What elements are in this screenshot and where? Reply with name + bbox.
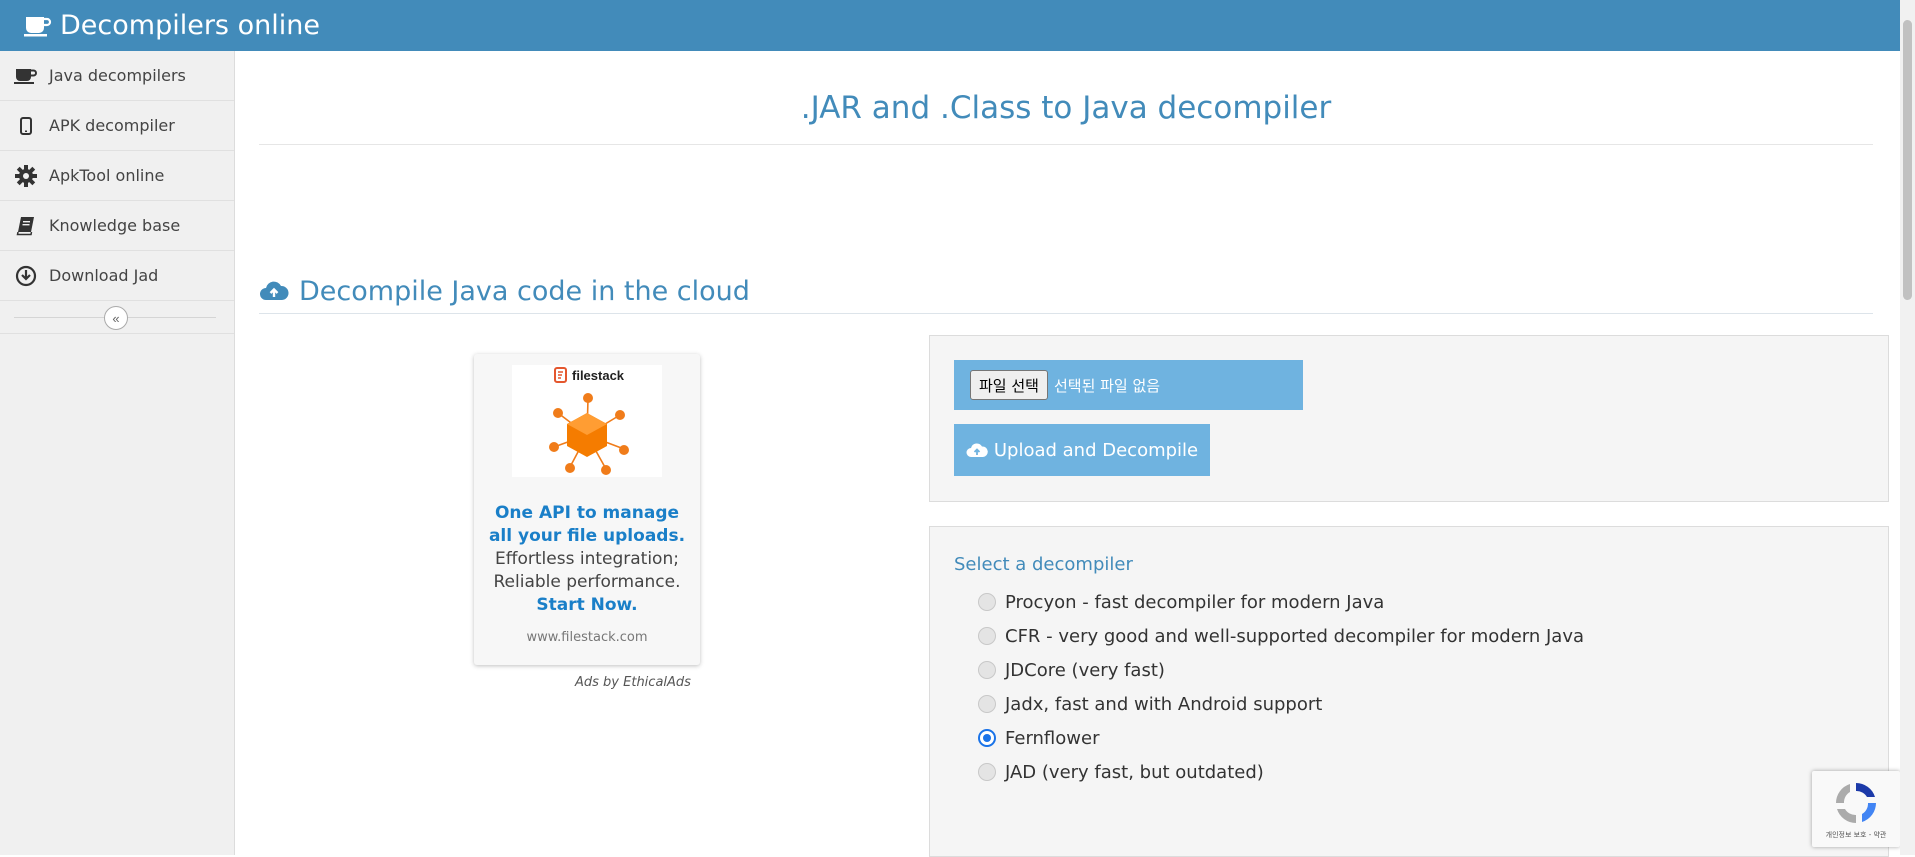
- decompiler-option-jadx[interactable]: Jadx, fast and with Android support: [978, 689, 1322, 719]
- decompiler-option-jad[interactable]: JAD (very fast, but outdated): [978, 757, 1264, 787]
- sidebar: Java decompilers APK decompiler ApkTool …: [0, 51, 235, 855]
- brand-link[interactable]: Decompilers online: [24, 10, 320, 41]
- upload-decompile-button[interactable]: Upload and Decompile: [954, 424, 1210, 476]
- ad-card[interactable]: filestack One API to manage all your fil…: [474, 354, 700, 665]
- radio-button[interactable]: [978, 661, 996, 679]
- radio-button[interactable]: [978, 593, 996, 611]
- ad-brand: filestack: [572, 368, 625, 383]
- upload-panel: 파일 선택 선택된 파일 없음 Upload and Decompile: [929, 335, 1889, 502]
- sidebar-item-knowledge-base[interactable]: Knowledge base: [0, 201, 234, 251]
- sidebar-item-apktool-online[interactable]: ApkTool online: [0, 151, 234, 201]
- sidebar-item-java-decompilers[interactable]: Java decompilers: [0, 51, 234, 101]
- file-status: 선택된 파일 없음: [1053, 376, 1161, 395]
- ad-text: One API to manage all your file uploads.…: [484, 502, 690, 617]
- decompiler-option-cfr[interactable]: CFR - very good and well-supported decom…: [978, 621, 1584, 651]
- cloud-upload-icon: [260, 281, 289, 300]
- cloud-upload-icon: [966, 443, 988, 457]
- decompiler-option-jdcore[interactable]: JDCore (very fast): [978, 655, 1165, 685]
- double-chevron-left-icon: «: [112, 310, 120, 326]
- sidebar-collapse-button[interactable]: «: [104, 306, 128, 330]
- sidebar-item-apk-decompiler[interactable]: APK decompiler: [0, 101, 234, 151]
- option-label: JAD (very fast, but outdated): [1005, 761, 1264, 783]
- option-label: Procyon - fast decompiler for modern Jav…: [1005, 591, 1385, 613]
- brand-name: Decompilers online: [60, 10, 320, 41]
- page-title: .JAR and .Class to Java decompiler: [259, 72, 1873, 145]
- recaptcha-badge[interactable]: 개인정보 보호 - 약관: [1812, 771, 1900, 847]
- main-content: .JAR and .Class to Java decompiler Decom…: [235, 51, 1900, 857]
- option-label: Jadx, fast and with Android support: [1005, 693, 1323, 715]
- sidebar-item-label: ApkTool online: [49, 166, 165, 185]
- decompiler-option-fernflower[interactable]: Fernflower: [978, 723, 1099, 753]
- top-bar: Decompilers online: [0, 0, 1900, 51]
- ad-headline[interactable]: One API to manage all your file uploads.: [484, 502, 690, 548]
- sidebar-item-label: Java decompilers: [49, 66, 186, 85]
- section-title: Decompile Java code in the cloud: [259, 269, 1873, 314]
- ad-image: filestack: [512, 365, 662, 477]
- radio-button[interactable]: [978, 627, 996, 645]
- decompiler-option-procyon[interactable]: Procyon - fast decompiler for modern Jav…: [978, 587, 1384, 617]
- ad-body: Effortless integration; Reliable perform…: [493, 549, 681, 592]
- sidebar-collapse-row: «: [0, 301, 234, 334]
- radio-button-selected[interactable]: [978, 729, 996, 747]
- gear-icon: [13, 164, 39, 187]
- coffee-cup-icon: [13, 67, 39, 85]
- section-title-text: Decompile Java code in the cloud: [299, 275, 750, 307]
- file-input-row: 파일 선택 선택된 파일 없음: [954, 360, 1303, 410]
- coffee-cup-icon: [24, 16, 52, 36]
- ad-cta-link[interactable]: Start Now.: [484, 594, 690, 617]
- recaptcha-icon: [1836, 783, 1876, 823]
- scrollbar-thumb[interactable]: [1903, 20, 1912, 300]
- recaptcha-links[interactable]: 개인정보 보호 - 약관: [1812, 830, 1900, 840]
- decompiler-label: Select a decompiler: [954, 554, 1133, 575]
- option-label: Fernflower: [1005, 727, 1100, 749]
- ad-url: www.filestack.com: [526, 630, 648, 645]
- sidebar-item-download-jad[interactable]: Download Jad: [0, 251, 234, 301]
- option-label: JDCore (very fast): [1005, 659, 1165, 681]
- upload-decompile-label: Upload and Decompile: [993, 439, 1199, 461]
- sidebar-item-label: APK decompiler: [49, 116, 175, 135]
- radio-button[interactable]: [978, 763, 996, 781]
- page-scrollbar[interactable]: [1900, 0, 1915, 855]
- sidebar-item-label: Knowledge base: [49, 216, 181, 235]
- decompiler-panel: Select a decompiler Procyon - fast decom…: [929, 526, 1889, 857]
- choose-file-button[interactable]: 파일 선택: [970, 370, 1048, 400]
- book-icon: [13, 216, 39, 236]
- mobile-phone-icon: [13, 116, 39, 135]
- radio-button[interactable]: [978, 695, 996, 713]
- ad-attribution-link[interactable]: Ads by EthicalAds: [575, 675, 691, 690]
- download-circle-icon: [13, 265, 39, 287]
- option-label: CFR - very good and well-supported decom…: [1005, 625, 1584, 647]
- sidebar-item-label: Download Jad: [49, 266, 159, 285]
